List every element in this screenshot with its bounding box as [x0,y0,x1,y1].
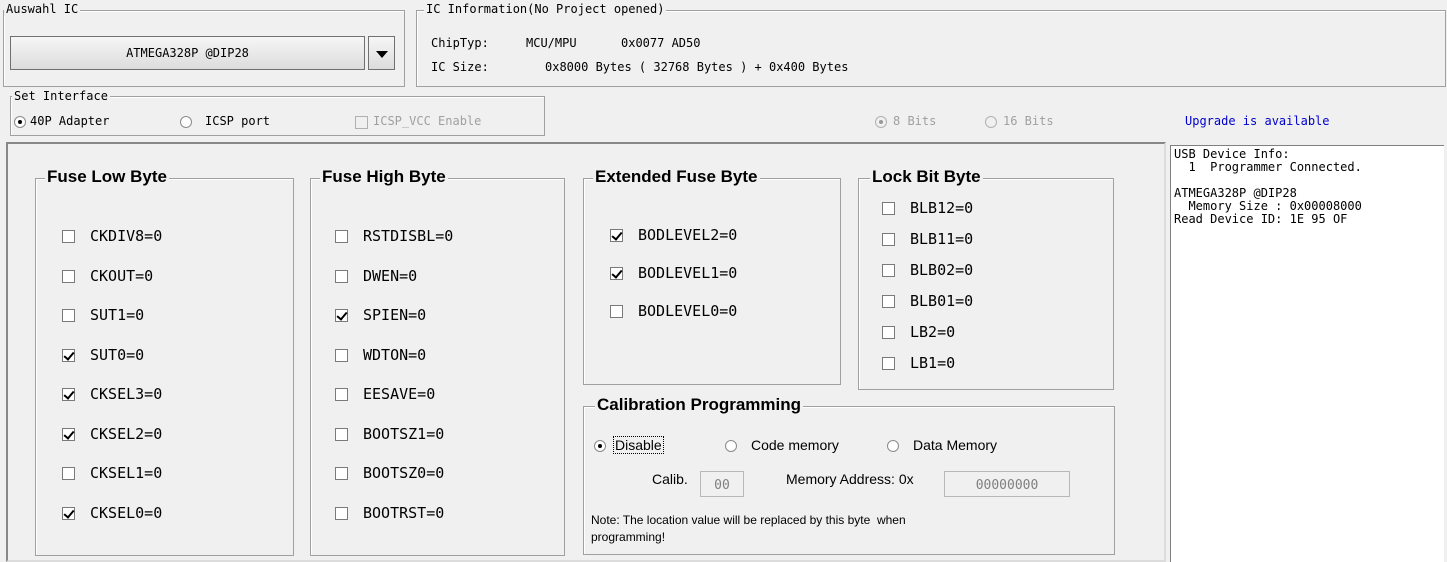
fuse-low-bit-label[interactable]: CKDIV8=0 [90,227,162,245]
calibration-note-line1: Note: The location value will be replace… [591,513,906,527]
radio-40p-adapter[interactable] [14,116,26,128]
fuse-low-bit-label[interactable]: SUT1=0 [90,306,144,324]
log-line: Read Device ID: 1E 95 OF [1174,212,1348,226]
chip-select[interactable]: ATMEGA328P @DIP28 [10,36,395,70]
fuse-high-bit-label[interactable]: BOOTRST=0 [363,504,444,522]
radio-icsp-port-label[interactable]: ICSP port [205,114,270,128]
fuse-high-bit-label[interactable]: EESAVE=0 [363,385,435,403]
ext-fuse-bit-checkbox[interactable] [610,229,623,242]
calib-input[interactable]: 00 [700,471,744,497]
fuse-low-bit-label[interactable]: SUT0=0 [90,346,144,364]
chip-select-dropdown-button[interactable] [368,36,395,70]
fuse-high-bit-checkbox[interactable] [335,269,348,283]
ext-fuse-bit-checkbox[interactable] [610,305,623,318]
lock-bit-checkbox[interactable] [882,357,895,370]
fuse-high-legend: Fuse High Byte [320,167,448,187]
fuse-low-bit-checkbox[interactable] [62,230,75,243]
fuse-low-bit-label[interactable]: CKSEL0=0 [90,504,162,522]
ext-fuse-bit-label[interactable]: BODLEVEL1=0 [638,264,737,282]
fuse-high-bit-label[interactable]: DWEN=0 [363,267,417,285]
fuse-high-bit-label[interactable]: BOOTSZ1=0 [363,425,444,443]
log-text: USB Device Info: 1 Programmer Connected.… [1174,148,1362,226]
chip-id-value: 0x0077 AD50 [621,36,701,50]
radio-calib-data-memory-label[interactable]: Data Memory [913,437,997,453]
fuse-low-bit-checkbox[interactable] [62,506,75,520]
calib-label: Calib. [652,471,688,487]
checkbox-icsp-vcc[interactable] [355,116,368,129]
fuse-low-bit-checkbox[interactable] [62,388,75,401]
ic-size-value: 0x8000 Bytes ( 32768 Bytes ) + 0x400 Byt… [545,60,849,74]
radio-16-bits[interactable] [985,116,997,128]
lock-bit-label[interactable]: LB1=0 [910,354,955,372]
radio-16-bits-label[interactable]: 16 Bits [1003,114,1054,128]
radio-calib-code-memory-label[interactable]: Code memory [751,437,839,453]
fuse-low-bit-checkbox[interactable] [62,467,75,480]
radio-40p-adapter-label[interactable]: 40P Adapter [30,114,109,128]
lock-bit-checkbox[interactable] [882,264,895,277]
radio-icsp-port[interactable] [180,116,192,128]
lock-bit-label[interactable]: BLB11=0 [910,230,973,248]
lock-bit-label[interactable]: LB2=0 [910,323,955,341]
ic-info-legend: IC Information(No Project opened) [424,2,667,16]
lock-bit-label[interactable]: BLB01=0 [910,292,973,310]
auswahl-ic-legend: Auswahl IC [4,2,81,16]
fuse-high-bit-checkbox[interactable] [335,230,348,243]
checkbox-icsp-vcc-label[interactable]: ICSP_VCC Enable [373,114,481,128]
fuse-high-bit-label[interactable]: SPIEN=0 [363,306,426,324]
fuse-high-bit-label[interactable]: BOOTSZ0=0 [363,464,444,482]
radio-8-bits[interactable] [875,116,887,128]
lock-bit-checkbox[interactable] [882,202,895,215]
ext-fuse-legend: Extended Fuse Byte [593,167,760,187]
fuse-high-bit-checkbox[interactable] [335,506,348,520]
memory-address-label: Memory Address: 0x [786,471,914,487]
lock-bit-checkbox[interactable] [882,326,895,339]
lock-bits-group [858,178,1114,390]
calibration-legend: Calibration Programming [595,395,804,415]
fuse-low-bit-checkbox[interactable] [62,309,75,322]
fuse-low-bit-label[interactable]: CKSEL2=0 [90,425,162,443]
fuse-high-bit-checkbox[interactable] [335,388,348,401]
memory-address-input-value: 00000000 [975,478,1039,493]
chip-type-value: MCU/MPU [526,36,577,50]
fuse-high-bit-checkbox[interactable] [335,309,348,322]
calib-input-value: 00 [714,478,730,493]
chip-type-label: ChipTyp: [431,36,489,50]
fuse-low-bit-checkbox[interactable] [62,427,75,441]
fuse-high-bit-checkbox[interactable] [335,427,348,441]
fuse-low-bit-label[interactable]: CKSEL3=0 [90,385,162,403]
lock-bit-checkbox[interactable] [882,233,895,246]
radio-8-bits-label[interactable]: 8 Bits [893,114,936,128]
fuse-high-bit-checkbox[interactable] [335,467,348,480]
memory-address-input[interactable]: 00000000 [944,471,1070,497]
lock-bit-label[interactable]: BLB12=0 [910,199,973,217]
fuse-low-bit-label[interactable]: CKOUT=0 [90,267,153,285]
ext-fuse-bit-label[interactable]: BODLEVEL2=0 [638,226,737,244]
lock-bit-checkbox[interactable] [882,295,895,308]
radio-calib-data-memory[interactable] [887,440,899,452]
fuse-high-bit-checkbox[interactable] [335,348,348,362]
ext-fuse-bit-checkbox[interactable] [610,267,623,280]
lock-bits-legend: Lock Bit Byte [870,167,983,187]
fuse-low-bit-checkbox[interactable] [62,348,75,362]
upgrade-link[interactable]: Upgrade is available [1185,114,1330,128]
fuse-high-bit-label[interactable]: WDTON=0 [363,346,426,364]
lock-bit-label[interactable]: BLB02=0 [910,261,973,279]
ext-fuse-bit-label[interactable]: BODLEVEL0=0 [638,302,737,320]
calibration-note-line2: programming! [591,530,666,544]
chevron-down-icon [376,51,388,58]
fuse-low-bit-label[interactable]: CKSEL1=0 [90,464,162,482]
fuse-high-bit-label[interactable]: RSTDISBL=0 [363,227,453,245]
log-panel[interactable]: USB Device Info: 1 Programmer Connected.… [1170,145,1444,562]
log-line: 1 Programmer Connected. [1174,160,1362,174]
radio-calib-disable[interactable] [594,440,606,452]
radio-calib-code-memory[interactable] [725,440,737,452]
fuse-low-bit-checkbox[interactable] [62,269,75,283]
ic-size-label: IC Size: [431,60,489,74]
fuse-low-legend: Fuse Low Byte [45,167,169,187]
radio-calib-disable-label[interactable]: Disable [613,436,664,454]
interface-legend: Set Interface [12,89,110,103]
chip-select-value: ATMEGA328P @DIP28 [126,46,249,60]
chip-select-field[interactable]: ATMEGA328P @DIP28 [10,36,365,70]
